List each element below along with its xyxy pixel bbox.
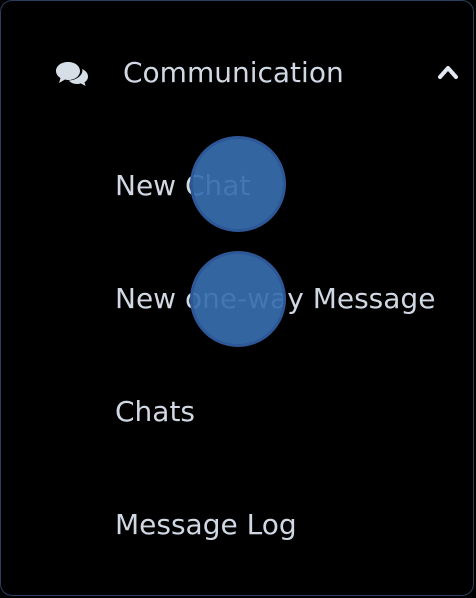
menu-item-chats[interactable]: Chats xyxy=(1,376,473,448)
section-title: Communication xyxy=(123,56,344,89)
communication-menu: Communication New Chat New one-way Messa… xyxy=(0,0,474,596)
menu-item-new-chat[interactable]: New Chat xyxy=(1,150,473,222)
menu-item-label: Chats xyxy=(115,395,196,428)
menu-item-new-one-way-message[interactable]: New one-way Message xyxy=(1,263,473,335)
chat-bubbles-icon xyxy=(56,62,88,86)
communication-section-header[interactable]: Communication xyxy=(1,41,473,105)
menu-item-label: New Chat xyxy=(115,169,251,202)
menu-item-label: New one-way Message xyxy=(115,282,436,315)
chevron-up-icon[interactable] xyxy=(437,63,459,81)
menu-item-message-log[interactable]: Message Log xyxy=(1,489,473,561)
menu-item-label: Message Log xyxy=(115,508,297,541)
